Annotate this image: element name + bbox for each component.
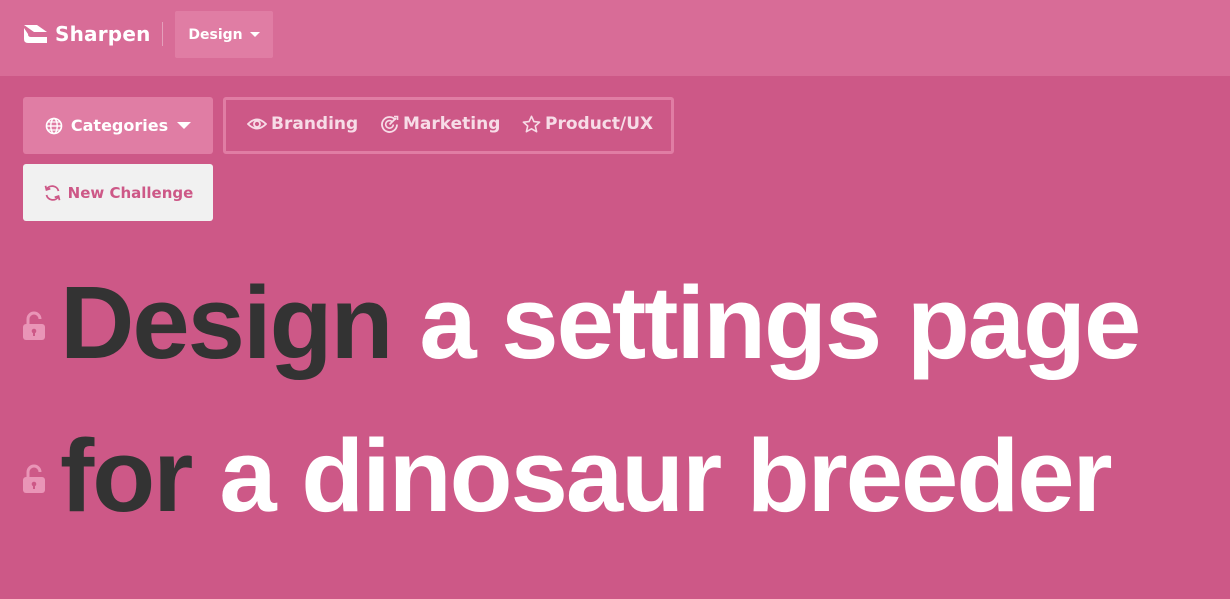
new-challenge-button[interactable]: New Challenge xyxy=(23,164,213,221)
unlocked-icon[interactable] xyxy=(22,311,46,341)
sharpen-logo-icon xyxy=(24,25,47,43)
mode-dropdown-label: Design xyxy=(188,26,243,43)
brand-name: Sharpen xyxy=(55,22,151,46)
challenge-connector: for xyxy=(60,417,193,533)
caret-down-icon xyxy=(177,122,192,129)
categories-dropdown[interactable]: Categories xyxy=(23,97,213,154)
header-divider xyxy=(162,22,163,46)
caret-down-icon xyxy=(249,32,260,37)
brand-logo[interactable]: Sharpen xyxy=(22,21,151,47)
refresh-icon xyxy=(44,184,61,201)
category-filter-group: Branding Marketing Product/UX xyxy=(223,97,674,154)
unlocked-icon[interactable] xyxy=(22,464,46,494)
category-marketing[interactable]: Marketing xyxy=(380,114,500,134)
challenge-audience: a dinosaur breeder xyxy=(219,417,1112,533)
eye-icon xyxy=(247,118,267,130)
category-product-ux-label: Product/UX xyxy=(545,114,654,134)
categories-label: Categories xyxy=(70,116,169,135)
category-branding-label: Branding xyxy=(271,114,359,134)
challenge-line-2: for a dinosaur breeder xyxy=(22,410,1113,540)
challenge-verb: Design xyxy=(60,264,393,380)
target-icon xyxy=(381,115,399,133)
category-branding[interactable]: Branding xyxy=(247,114,358,134)
mode-dropdown[interactable]: Design xyxy=(175,11,273,58)
challenge-subject: a settings page xyxy=(419,264,1141,380)
category-marketing-label: Marketing xyxy=(403,114,501,134)
top-header: Sharpen Design xyxy=(0,0,1230,76)
new-challenge-label: New Challenge xyxy=(67,183,194,202)
challenge-line-1: Design a settings page xyxy=(22,257,1141,387)
category-product-ux[interactable]: Product/UX xyxy=(522,114,653,134)
globe-icon xyxy=(45,117,63,134)
star-icon xyxy=(522,115,541,132)
